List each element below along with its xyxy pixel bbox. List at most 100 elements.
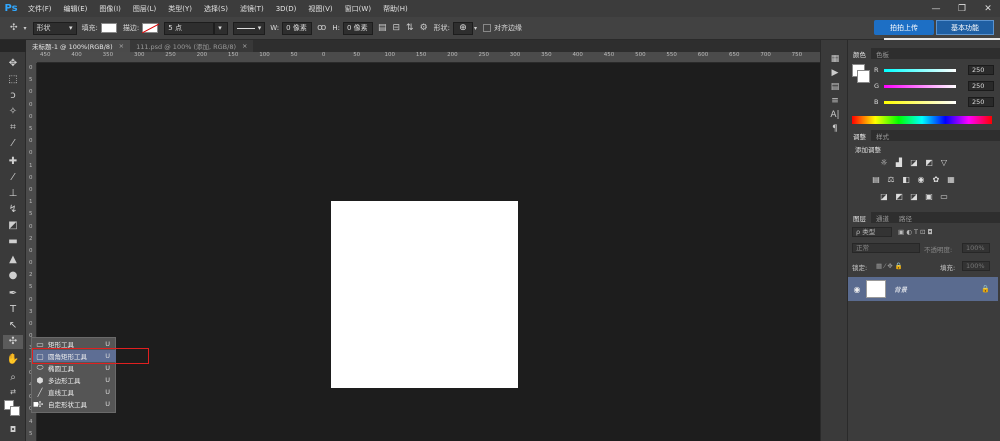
flyout-line-tool[interactable]: ╱ 直线工具 U [32, 386, 116, 398]
layer-name[interactable]: 背景 [894, 284, 907, 294]
color-lookup-icon[interactable]: ▦ [945, 175, 957, 185]
selective-color-icon[interactable]: ▣ [923, 192, 935, 202]
path-operations-icon[interactable]: ▤ [378, 23, 387, 33]
tab-layers[interactable]: 图层 [848, 212, 871, 223]
paragraph-panel-icon[interactable]: ¶ [826, 124, 844, 138]
channel-mixer-icon[interactable]: ✿ [930, 175, 942, 185]
close-icon[interactable]: ✕ [980, 4, 996, 14]
history-brush-tool-icon[interactable]: ↯ [3, 203, 23, 217]
properties-panel-icon[interactable]: ▤ [826, 82, 844, 96]
gear-icon[interactable]: ⚙ [420, 23, 428, 33]
fill-swatch[interactable] [100, 23, 117, 33]
shape-mode-select[interactable]: 形状 ▾ [32, 21, 77, 35]
upload-button[interactable]: 拍拍上传 [874, 20, 934, 35]
hand-tool-icon[interactable]: ✋ [3, 353, 23, 367]
green-slider[interactable]: G 250 [874, 81, 1000, 91]
tool-preset-chevron-icon[interactable]: ▾ [24, 25, 27, 32]
quick-mask-icon[interactable]: ◘ [3, 423, 23, 437]
blue-track[interactable] [884, 100, 956, 104]
vibrance-icon[interactable]: ▽ [938, 158, 950, 168]
color-spectrum-bar[interactable] [852, 116, 992, 124]
brightness-icon[interactable]: ☼ [878, 158, 890, 168]
tab-swatches[interactable]: 色板 [871, 48, 894, 59]
layer-filter-icons[interactable]: ▣ ◐ T ⊡ ◘ [898, 228, 933, 236]
move-tool-icon[interactable]: ✥ [3, 57, 23, 71]
fill-input[interactable]: 100% [962, 261, 990, 271]
path-selection-tool-icon[interactable]: ↖ [3, 319, 23, 333]
menu-view[interactable]: 视图(V) [302, 4, 338, 14]
align-edges-checkbox[interactable] [483, 24, 492, 32]
tab-styles[interactable]: 样式 [871, 130, 894, 141]
tab-untitled-1[interactable]: 未标题-1 @ 100%(RGB/8) × [26, 40, 131, 52]
shape-picker[interactable]: ⊕ [453, 21, 473, 35]
tab-111-psd[interactable]: 111.psd @ 100% (添加, RGB/8) × [130, 40, 254, 52]
menu-select[interactable]: 选择(S) [198, 4, 234, 14]
blend-mode-select[interactable]: 正常 [852, 243, 920, 253]
lock-icons[interactable]: ▦ ⁄ ✥ 🔒 [876, 262, 903, 270]
info-panel-icon[interactable]: ≡ [826, 96, 844, 110]
green-value[interactable]: 250 [968, 81, 994, 91]
marquee-tool-icon[interactable]: ⬚ [3, 73, 23, 87]
height-input[interactable]: 0 像素 [342, 21, 373, 35]
swap-colors-icon[interactable]: ⇄ [3, 385, 23, 399]
menu-file[interactable]: 文件(F) [22, 4, 58, 14]
black-white-icon[interactable]: ◧ [900, 175, 912, 185]
custom-shape-tool-icon[interactable]: ✣ [3, 335, 23, 349]
green-track[interactable] [884, 84, 956, 88]
flyout-custom-shape-tool[interactable]: ■ ✣ 自定形状工具 U [32, 398, 116, 410]
brush-tool-icon[interactable]: ⁄ [3, 171, 23, 185]
layer-row-background[interactable]: ◉ 背景 🔒 [848, 277, 998, 301]
path-alignment-icon[interactable]: ⊟ [392, 23, 400, 33]
hue-saturation-icon[interactable]: ▤ [870, 175, 882, 185]
menu-edit[interactable]: 编辑(E) [58, 4, 94, 14]
minimize-icon[interactable]: — [928, 4, 944, 14]
actions-panel-icon[interactable]: ▶ [826, 68, 844, 82]
blue-slider[interactable]: B 250 [874, 97, 1000, 107]
horizontal-ruler[interactable]: 450 400 350 300 250 200 150 100 50 0 50 100 150 200 25… [37, 52, 820, 63]
tab-color[interactable]: 颜色 [848, 48, 871, 59]
color-balance-icon[interactable]: ⚖ [885, 175, 897, 185]
close-icon[interactable]: × [242, 42, 247, 50]
menu-image[interactable]: 图像(I) [93, 4, 127, 14]
menu-window[interactable]: 窗口(W) [339, 4, 377, 14]
crop-tool-icon[interactable]: ⌗ [3, 121, 23, 135]
menu-filter[interactable]: 滤镜(T) [234, 4, 270, 14]
stroke-size-dropdown[interactable]: ▾ [214, 21, 229, 35]
chevron-down-icon[interactable]: ▾ [474, 25, 477, 32]
eye-icon[interactable]: ◉ [848, 285, 866, 294]
menu-3d[interactable]: 3D(D) [270, 5, 303, 13]
background-color-swatch[interactable] [857, 70, 870, 83]
background-color-swatch[interactable] [10, 406, 20, 416]
character-panel-icon[interactable]: A| [826, 110, 844, 124]
zoom-tool-icon[interactable]: ⌕ [3, 371, 23, 385]
stroke-swatch[interactable] [142, 23, 159, 33]
red-value[interactable]: 250 [968, 65, 994, 75]
pen-tool-icon[interactable]: ✒ [3, 287, 23, 301]
clone-stamp-tool-icon[interactable]: ⊥ [3, 187, 23, 201]
eraser-tool-icon[interactable]: ◩ [3, 219, 23, 233]
menu-layer[interactable]: 图层(L) [127, 4, 162, 14]
tab-paths[interactable]: 路径 [894, 212, 917, 223]
lasso-tool-icon[interactable]: ↄ [3, 89, 23, 103]
posterize-icon[interactable]: ◩ [893, 192, 905, 202]
threshold-icon[interactable]: ◪ [908, 192, 920, 202]
flyout-polygon-tool[interactable]: ⬢ 多边形工具 U [32, 374, 116, 386]
gradient-map-icon[interactable]: ▭ [938, 192, 950, 202]
restore-icon[interactable]: ❐ [954, 4, 970, 14]
blue-value[interactable]: 250 [968, 97, 994, 107]
ruler-corner[interactable] [26, 52, 37, 63]
custom-shape-tool-icon[interactable]: ✣ [10, 23, 18, 33]
stroke-size-input[interactable]: 5 点 [164, 21, 215, 35]
path-arrange-icon[interactable]: ⇅ [406, 23, 414, 33]
document-canvas[interactable] [331, 201, 518, 388]
eyedropper-tool-icon[interactable]: ⁄ [3, 137, 23, 151]
red-track[interactable] [884, 68, 956, 72]
photo-filter-icon[interactable]: ◉ [915, 175, 927, 185]
tab-adjustments[interactable]: 调整 [848, 130, 871, 141]
levels-icon[interactable]: ▟ [893, 158, 905, 168]
workspace-select[interactable]: 基本功能 [936, 20, 994, 35]
red-slider[interactable]: R 250 [874, 65, 1000, 75]
layer-kind-filter[interactable]: ρ 类型 [852, 227, 892, 237]
menu-type[interactable]: 类型(Y) [162, 4, 198, 14]
close-icon[interactable]: × [119, 42, 124, 50]
